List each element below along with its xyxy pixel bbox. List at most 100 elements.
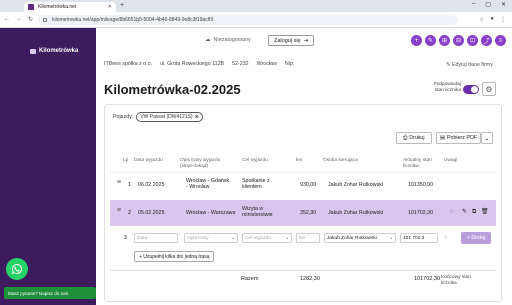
summary-final-label: Końcowy stan licznika: [441, 275, 471, 286]
edit-company-link[interactable]: ✎ Edytuj dane firmy: [446, 62, 493, 68]
whatsapp-button[interactable]: [6, 258, 28, 280]
chevron-down-icon: ⌄: [484, 135, 490, 142]
remove-chip-icon[interactable]: ⊗: [195, 114, 199, 120]
export-dropdown-button[interactable]: ⌄: [481, 132, 493, 144]
km-input[interactable]: km: [296, 233, 320, 243]
driver-select[interactable]: Jakub Zohar Rutkowski ⌄: [324, 233, 396, 243]
chat-prompt[interactable]: Masz pytanie? Napisz do nas.: [4, 287, 96, 299]
drag-handle-icon[interactable]: ≡: [117, 207, 121, 214]
summary-label: Razem: [241, 276, 259, 282]
chevron-down-icon: ⌄: [284, 235, 289, 241]
row-driver: Jakub Zohar Rutkowski: [328, 210, 384, 216]
edit-company-label: Edytuj dane firmy: [451, 62, 493, 68]
new-tab-button[interactable]: +: [120, 2, 124, 9]
window-controls: – ▢ ✕: [472, 1, 506, 8]
vehicle-chip[interactable]: VW Passat (DW4121S) ⊗: [136, 112, 203, 122]
row-purpose: Spotkanie z klientem: [242, 178, 270, 190]
close-tab-icon[interactable]: ✕: [108, 4, 112, 10]
tab-title: Kilometrówka.net: [38, 4, 77, 10]
summary-odometer: 101702,30: [414, 276, 440, 282]
table-row-selected[interactable]: ≡ 2 05.02.2025 Wrocław - Warszawa Wizyta…: [110, 200, 496, 226]
row-odometer: 101350,00: [408, 182, 434, 188]
print-label: Drukuj: [409, 135, 425, 141]
login-status-text: Niezalogowany: [213, 37, 251, 43]
row-lp: 2: [128, 210, 131, 216]
vehicle-chip-text: VW Passat (DW4121S): [140, 114, 193, 120]
add-icon[interactable]: +: [411, 35, 422, 46]
col-lp: Lp: [123, 158, 129, 163]
row-route: Wrocław - Warszawa: [186, 210, 236, 216]
settings-button[interactable]: ⚙: [482, 82, 496, 96]
row-km: 930,00: [300, 182, 317, 188]
page-title: Kilometrówka-02.2025: [104, 82, 241, 97]
copy-icon[interactable]: ⧉: [472, 209, 476, 215]
login-status: ☁ Niezalogowany: [205, 37, 251, 43]
summary-km: 1282,30: [300, 276, 320, 282]
url-text: kilometrowka.net/app/mileage/8b6651b0-50…: [52, 17, 214, 23]
maximize-button[interactable]: ▢: [485, 1, 491, 8]
print-icon[interactable]: ⊟: [453, 35, 464, 46]
fill-days-button[interactable]: + Uzupełnij kilka dni jedną trasą: [134, 251, 215, 262]
purpose-placeholder: Cel wyjazdu: [245, 235, 271, 241]
route-placeholder: Opis trasy: [187, 235, 209, 241]
table-row[interactable]: ≡ 1 06.02.2025 Wrocław - Gdańsk - Wrocła…: [110, 172, 496, 196]
company-name: ITBees spółka z o.o.: [104, 61, 152, 67]
company-nip: Nip:: [284, 61, 295, 67]
login-button[interactable]: Zaloguj się ⇥: [268, 35, 315, 46]
company-postcode: 52-232: [232, 61, 249, 67]
row-date: 06.02.2025: [138, 182, 165, 188]
download-pdf-button[interactable]: ▤ Pobierz PDF: [436, 132, 481, 144]
lock-icon: [43, 18, 47, 22]
row-odometer: 101702,30: [408, 210, 434, 216]
edit-icon[interactable]: ✎: [462, 209, 467, 215]
row-date: 05.02.2025: [138, 210, 165, 216]
forward-icon[interactable]: →: [16, 16, 22, 23]
favicon-icon: [28, 4, 34, 10]
gear-icon: ⚙: [485, 84, 493, 94]
comment-icon[interactable]: ◌: [450, 209, 454, 215]
company-address: ul. Grota Roweckiego 112B: [160, 61, 225, 67]
comment-icon[interactable]: ◌: [444, 235, 448, 241]
back-icon[interactable]: ←: [4, 16, 10, 23]
header-actions: + ✎ ⊞ ⊟ ⊡ ⤴ ≡: [411, 35, 506, 46]
profile-icon[interactable]: ●: [490, 16, 494, 23]
reload-icon[interactable]: ↻: [28, 16, 33, 23]
menu-icon[interactable]: ⋮: [500, 16, 506, 23]
odometer-hint-toggle[interactable]: [463, 85, 479, 94]
whatsapp-icon: [12, 263, 23, 274]
menu-icon[interactable]: ≡: [495, 35, 506, 46]
col-odometer: Aktualny stan licznika: [403, 158, 432, 169]
folder-icon[interactable]: ⊞: [439, 35, 450, 46]
new-row-lp: 3: [124, 235, 127, 241]
cloud-icon: ☁: [205, 37, 211, 43]
url-field[interactable]: kilometrowka.net/app/mileage/8b6651b0-50…: [38, 15, 458, 25]
star-icon[interactable]: ☆: [479, 16, 484, 23]
login-label: Zaloguj się: [274, 37, 301, 44]
summary-divider: [110, 270, 496, 271]
browser-tools: ☆ ● ⋮: [479, 16, 506, 23]
drag-handle-icon[interactable]: ≡: [117, 179, 121, 186]
odometer-hint-label: Podpowiadaj stan licznika: [433, 82, 461, 93]
user-icon[interactable]: ⊡: [467, 35, 478, 46]
print-button[interactable]: ⎙ Drukuj: [396, 132, 432, 144]
vehicle-label: Pojazdy:: [113, 114, 134, 120]
chevron-down-icon: ⌄: [388, 235, 393, 241]
company-info: ITBees spółka z o.o. ul. Grota Roweckieg…: [104, 61, 294, 67]
purpose-input[interactable]: Cel wyjazdu ⌄: [242, 233, 292, 243]
close-window-button[interactable]: ✕: [501, 1, 506, 8]
save-icon[interactable]: ✎: [425, 35, 436, 46]
minimize-button[interactable]: –: [472, 1, 475, 8]
odometer-input[interactable]: 101 702,3: [400, 233, 438, 243]
vehicle-filter: Pojazdy: VW Passat (DW4121S) ⊗: [113, 112, 203, 122]
col-km: km: [296, 158, 303, 163]
col-driver: Osoba kierująca: [323, 158, 358, 163]
share-icon[interactable]: ⤴: [481, 35, 492, 46]
brand-logo[interactable]: Kilometrówka: [30, 48, 78, 54]
row-route: Wrocław - Gdańsk - Wrocław: [186, 178, 230, 190]
pdf-label: Pobierz PDF: [446, 135, 478, 141]
date-input[interactable]: Data: [134, 233, 178, 243]
browser-tab[interactable]: Kilometrówka.net ✕: [24, 2, 116, 12]
add-row-button[interactable]: + Dodaj: [461, 232, 491, 244]
delete-icon[interactable]: 🗑: [481, 209, 489, 215]
route-input[interactable]: Opis trasy ⌄: [184, 233, 238, 243]
